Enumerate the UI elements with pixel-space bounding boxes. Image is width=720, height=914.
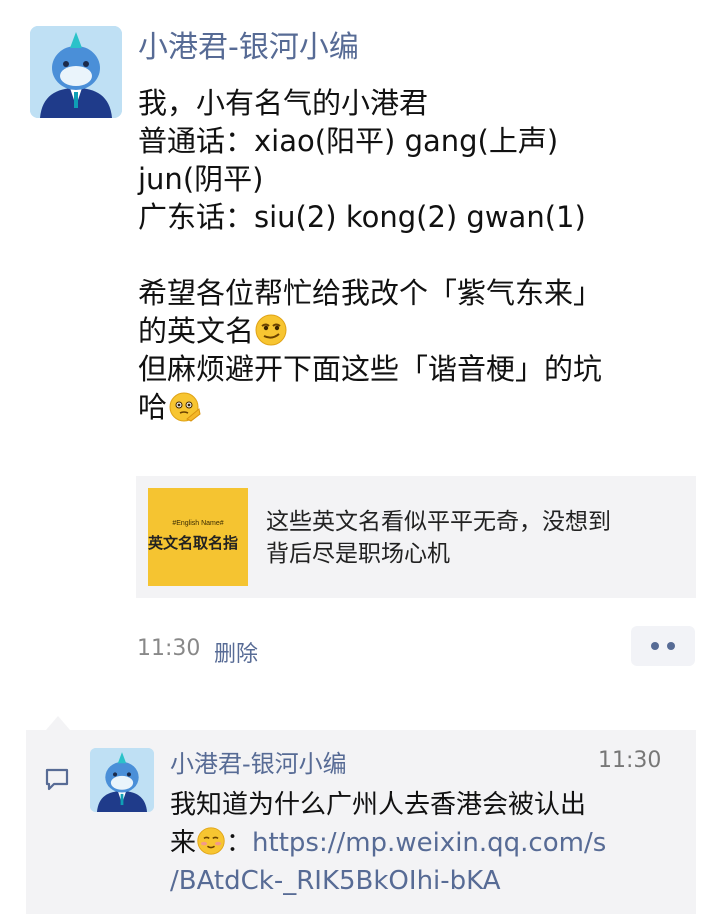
comment-separator: ： (226, 828, 253, 858)
more-dot-icon (667, 642, 675, 650)
thumbnail-title: 英文名取名指 (148, 534, 239, 552)
comment-author-name[interactable]: 小港君-银河小编 (170, 744, 347, 779)
article-title: 这些英文名看似平平无奇，没想到 背后尽是职场心机 (266, 506, 686, 570)
post-text: 我，小有名气的小港君 普通话：xiao(阳平) gang(上声) jun(阴平)… (138, 84, 698, 426)
comment-pointer (46, 716, 70, 730)
post-line: jun(阴平) (138, 162, 264, 196)
comment-avatar[interactable] (90, 748, 154, 812)
comment-section: 小港君-银河小编 11:30 我知道为什么广州人去香港会被认出 来 ：https… (26, 730, 696, 914)
more-options-button[interactable] (631, 626, 695, 666)
comment-icon (45, 768, 69, 791)
article-link-card[interactable]: #English Name# 英文名取名指 这些英文名看似平平无奇，没想到 背后… (136, 476, 696, 598)
post-line-text: 哈 (138, 390, 168, 424)
avatar[interactable] (30, 26, 122, 118)
post-line: 但麻烦避开下面这些「谐音梗」的坑 (138, 352, 603, 386)
comment-line: 我知道为什么广州人去香港会被认出 (170, 790, 587, 820)
post-author-name[interactable]: 小港君-银河小编 (138, 28, 359, 68)
more-dot-icon (651, 642, 659, 650)
post-line: 希望各位帮忙给我改个「紫气东来」 (138, 276, 603, 310)
post-line-text: 的英文名 (138, 314, 255, 348)
comment-link[interactable]: /BAtdCk-_RIK5BkOIhi-bKA (170, 866, 501, 896)
comment-text: 我知道为什么广州人去香港会被认出 来 ：https://mp.weixin.qq… (170, 786, 670, 900)
post-line: 的英文名 (138, 312, 698, 350)
smirk-emoji-icon (255, 314, 287, 346)
post-line: 哈 (138, 388, 698, 426)
article-title-line: 这些英文名看似平平无奇，没想到 (266, 509, 611, 535)
article-thumbnail: #English Name# 英文名取名指 (148, 488, 248, 586)
post-line: 我，小有名气的小港君 (138, 86, 429, 120)
shy-smile-emoji-icon (197, 827, 225, 855)
post-line: 广东话：siu(2) kong(2) gwan(1) (138, 200, 586, 234)
comment-link[interactable]: https://mp.weixin.qq.com/s (252, 828, 606, 858)
post-line: 普通话：xiao(阳平) gang(上声) (138, 124, 559, 158)
avatar-shark-image (90, 748, 154, 812)
comment-line: /BAtdCk-_RIK5BkOIhi-bKA (170, 862, 670, 900)
post-timestamp: 11:30 (137, 636, 201, 661)
comment-timestamp: 11:30 (598, 748, 662, 773)
delete-button[interactable]: 删除 (214, 636, 258, 668)
thumbnail-caption: #English Name# (172, 520, 224, 527)
comment-line: 来 ：https://mp.weixin.qq.com/s (170, 824, 670, 862)
avatar-shark-image (30, 26, 122, 118)
comment-line-text: 来 (170, 828, 197, 858)
salute-emoji-icon (169, 392, 201, 422)
article-title-line: 背后尽是职场心机 (266, 541, 450, 567)
